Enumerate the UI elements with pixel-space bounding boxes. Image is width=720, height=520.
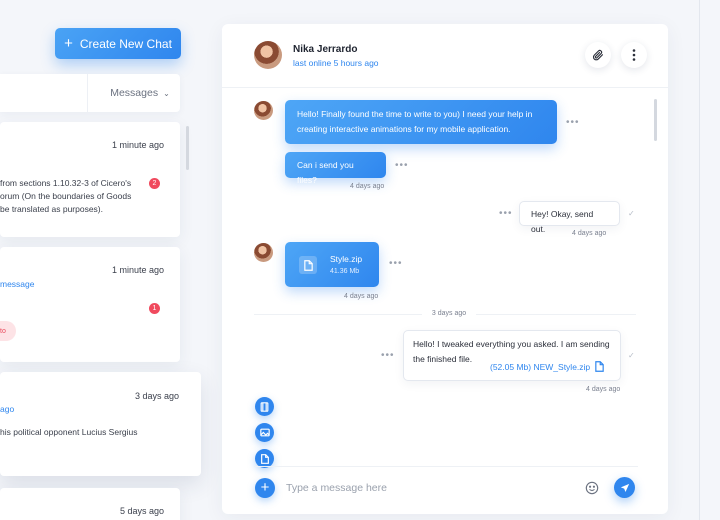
avatar xyxy=(254,101,273,120)
more-vertical-icon xyxy=(632,49,636,61)
check-icon: ✓ xyxy=(628,351,635,360)
message-options-icon[interactable]: ••• xyxy=(566,118,580,128)
conversation-item-3[interactable] xyxy=(0,372,201,476)
document-icon xyxy=(595,361,604,372)
file-size: 41.36 Mb xyxy=(330,268,360,275)
message-input[interactable] xyxy=(286,480,566,496)
message-time: 4 days ago xyxy=(586,386,621,393)
paperclip-icon xyxy=(592,49,604,61)
panel-divider xyxy=(699,0,700,520)
create-new-chat-button[interactable]: + Create New Chat xyxy=(55,28,181,59)
document-icon xyxy=(260,453,269,464)
attach-button[interactable] xyxy=(585,42,611,68)
conversation-link-text: message xyxy=(0,279,35,289)
message-options-icon[interactable]: ••• xyxy=(381,351,395,361)
plus-icon: + xyxy=(64,35,73,52)
message-time: 4 days ago xyxy=(572,230,607,237)
unread-badge: 1 xyxy=(149,303,160,314)
plus-icon: + xyxy=(260,479,270,496)
conversation-preview-line: his political opponent Lucius Sergius xyxy=(0,427,138,437)
chevron-down-icon: ⌄ xyxy=(163,88,170,98)
conversation-list-scrollbar[interactable] xyxy=(186,126,189,170)
attachment-link[interactable]: (52.05 Mb) NEW_Style.zip xyxy=(490,361,604,372)
send-image-button[interactable] xyxy=(255,423,274,442)
outgoing-message: Hello! I tweaked everything you asked. I… xyxy=(403,330,621,381)
file-name: Style.zip xyxy=(330,254,363,264)
emoji-button[interactable] xyxy=(584,480,600,496)
filter-divider xyxy=(87,74,88,112)
message-time: 4 days ago xyxy=(344,293,379,300)
conversation-time: 3 days ago xyxy=(135,391,180,401)
video-icon xyxy=(260,401,269,412)
chat-scrollbar[interactable] xyxy=(654,99,657,141)
chat-header-divider xyxy=(222,87,668,88)
check-icon: ✓ xyxy=(628,209,635,218)
send-icon xyxy=(620,483,629,492)
emoji-icon xyxy=(585,481,599,495)
input-divider xyxy=(254,466,638,467)
incoming-message: Hello! Finally found the time to write t… xyxy=(285,100,557,144)
message-options-icon[interactable]: ••• xyxy=(499,209,513,219)
day-separator-line xyxy=(476,314,636,315)
message-line: Hello! I tweaked everything you asked. I… xyxy=(413,339,610,349)
messages-filter-dropdown[interactable]: Messages ⌄ xyxy=(100,74,180,112)
conversation-preview-line: orum (On the boundaries of Goods xyxy=(0,191,132,201)
add-attachment-button[interactable]: + xyxy=(255,478,275,498)
conversation-preview-line: be translated as purposes). xyxy=(0,204,104,214)
message-time: 4 days ago xyxy=(350,183,385,190)
message-options-icon[interactable]: ••• xyxy=(389,259,403,269)
unread-badge: 2 xyxy=(149,178,160,189)
incoming-message: Can i send you files? xyxy=(285,152,386,185)
image-icon xyxy=(259,428,270,437)
conversation-link-text: ago xyxy=(0,404,15,414)
conversation-time: 5 days ago xyxy=(120,506,165,516)
send-button[interactable] xyxy=(614,477,635,498)
file-icon xyxy=(299,256,317,274)
message-line: Hello! Finally found the time to write t… xyxy=(297,109,533,119)
create-new-chat-label: Create New Chat xyxy=(79,36,172,51)
send-video-button[interactable] xyxy=(255,397,274,416)
conversation-time: 1 minute ago xyxy=(112,265,165,275)
attachment-name: (52.05 Mb) NEW_Style.zip xyxy=(490,361,591,372)
conversation-preview-line: from sections 1.10.32-3 of Cicero's xyxy=(0,178,132,188)
more-options-button[interactable] xyxy=(621,42,647,68)
contact-status: last online 5 hours ago xyxy=(293,58,379,68)
messages-filter-label: Messages xyxy=(110,87,159,99)
avatar xyxy=(254,243,273,262)
message-options-icon[interactable]: ••• xyxy=(395,161,409,171)
outgoing-message: Hey! Okay, send out. xyxy=(519,201,620,234)
message-line: creating interactive animations for my m… xyxy=(297,124,511,134)
conversation-time: 1 minute ago xyxy=(112,140,165,150)
contact-name: Nika Jerrardo xyxy=(293,44,358,55)
day-separator: 3 days ago xyxy=(431,310,467,317)
avatar xyxy=(254,41,282,69)
day-separator-line xyxy=(254,314,422,315)
